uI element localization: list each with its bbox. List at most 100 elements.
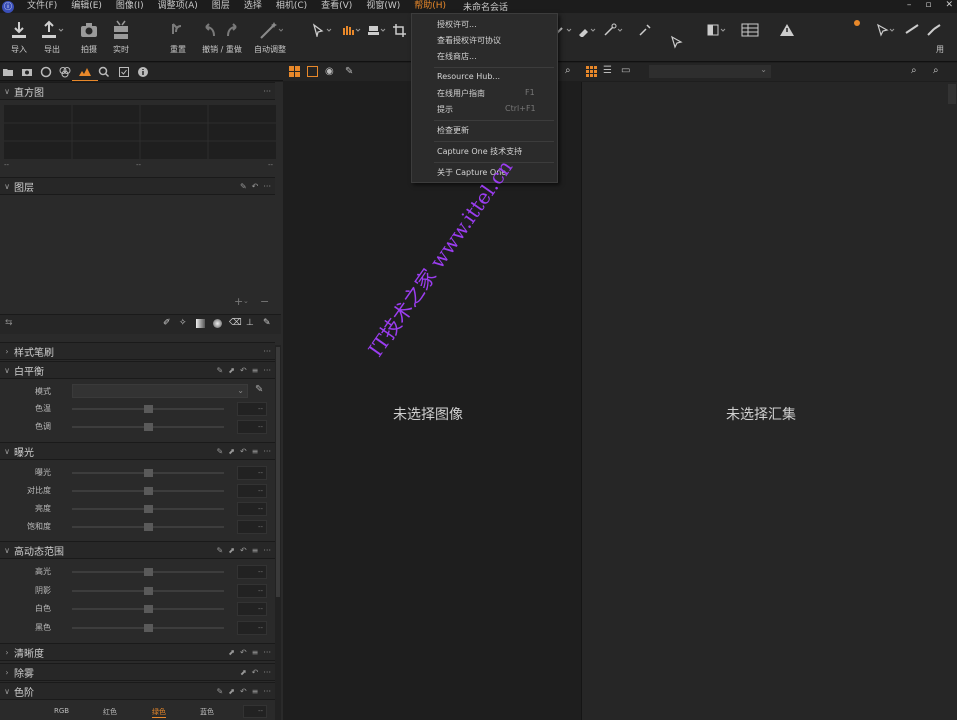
copy-icon[interactable]: ⬈ <box>228 366 235 375</box>
notification-icon[interactable] <box>848 19 868 33</box>
list-view-icon[interactable]: ☰ <box>603 65 612 76</box>
menu-icon[interactable]: ≡ <box>252 546 259 555</box>
more-icon[interactable]: ··· <box>263 447 271 456</box>
apply-icon[interactable] <box>926 23 946 37</box>
pipette-icon[interactable]: ✎ <box>217 687 224 696</box>
eraser-tool-icon[interactable] <box>577 23 597 38</box>
saturation-value[interactable]: -- <box>237 520 267 534</box>
picker-tool-icon[interactable] <box>638 23 658 37</box>
filmstrip-view-icon[interactable]: ▭ <box>621 65 630 76</box>
sort-select[interactable]: ⌄ <box>649 65 771 78</box>
undo-redo-button[interactable]: 撤销 / 重做 <box>200 19 244 55</box>
chevron-down-icon[interactable]: ∨ <box>2 687 12 696</box>
wb-tint-knob[interactable] <box>144 423 153 431</box>
highlights-knob[interactable] <box>144 568 153 576</box>
reset-button[interactable]: 重置 <box>169 19 187 55</box>
undo-icon[interactable]: ↶ <box>252 668 259 677</box>
stamp-icon[interactable]: ⊥ <box>246 318 254 328</box>
chevron-right-icon[interactable]: › <box>2 668 12 677</box>
chevron-down-icon[interactable]: ∨ <box>2 447 12 456</box>
chevron-right-icon[interactable]: › <box>2 648 12 657</box>
single-view-icon[interactable] <box>307 66 318 77</box>
grid-icon[interactable] <box>741 23 761 37</box>
cursor-tool-icon[interactable] <box>670 35 690 49</box>
undo-icon[interactable]: ↶ <box>252 182 259 191</box>
chevron-down-icon[interactable]: ⌄ <box>243 297 249 305</box>
copy-icon[interactable]: ⬈ <box>228 687 235 696</box>
picker-icon[interactable]: ✎ <box>345 66 353 77</box>
shadows-knob[interactable] <box>144 587 153 595</box>
dehaze-header[interactable]: › 除雾 ⬈ ↶ ··· <box>0 663 275 681</box>
menu-file[interactable]: 文件(F) <box>20 0 64 13</box>
menu-help[interactable]: 帮助(H) <box>407 0 453 13</box>
gradient-tool-icon[interactable] <box>603 23 623 37</box>
undo-icon[interactable]: ↶ <box>240 366 247 375</box>
color-tab-icon[interactable] <box>59 66 71 78</box>
tool-panel-scrollbar[interactable] <box>275 345 281 720</box>
brightness-knob[interactable] <box>144 505 153 513</box>
menu-layers[interactable]: 图层 <box>205 0 237 13</box>
pipette-icon[interactable]: ✎ <box>217 447 224 456</box>
radial-gradient-icon[interactable] <box>213 319 222 328</box>
magic-brush-icon[interactable]: ✧ <box>179 318 187 328</box>
search-icon[interactable]: ⌕ <box>933 65 939 76</box>
menu-view[interactable]: 查看(V) <box>314 0 359 13</box>
levels-tab-green[interactable]: 绿色 <box>152 707 166 718</box>
more-icon[interactable]: ··· <box>263 648 271 657</box>
menu-item-license[interactable]: 授权许可... <box>437 19 477 30</box>
copy-icon[interactable]: ⬈ <box>240 668 247 677</box>
chevron-down-icon[interactable]: ∨ <box>2 87 12 96</box>
levels-tab-blue[interactable]: 蓝色 <box>200 707 214 717</box>
chevron-down-icon[interactable]: ∨ <box>2 366 12 375</box>
browser[interactable]: 未选择汇集 <box>581 82 957 720</box>
menu-item-license-agreement[interactable]: 查看授权许可协议 <box>437 35 501 46</box>
menu-window[interactable]: 视窗(W) <box>359 0 407 13</box>
metadata-tab-icon[interactable] <box>137 66 149 78</box>
adjustments-tab-icon[interactable] <box>118 66 130 78</box>
compare-icon[interactable] <box>706 23 726 37</box>
menu-item-online-store[interactable]: 在线商店... <box>437 51 477 62</box>
pipette-icon[interactable]: ✎ <box>217 366 224 375</box>
auto-adjust-button[interactable]: 自动调整 <box>254 19 286 55</box>
exposure-header[interactable]: ∨ 曝光 ✎ ⬈ ↶ ≡ ··· <box>0 442 275 460</box>
select-tool-icon[interactable] <box>311 23 332 39</box>
wb-temp-knob[interactable] <box>144 405 153 413</box>
pointer-tool-icon[interactable] <box>876 23 896 37</box>
pipette-icon[interactable]: ✎ <box>240 182 247 191</box>
chevron-down-icon[interactable]: ∨ <box>2 182 12 191</box>
brush-icon[interactable]: ✐ <box>163 318 171 328</box>
levels-tab-red[interactable]: 红色 <box>103 707 117 717</box>
browser-scrollbar[interactable] <box>948 84 956 104</box>
menu-select[interactable]: 选择 <box>237 0 269 13</box>
clarity-header[interactable]: › 清晰度 ⬈ ↶ ≡ ··· <box>0 643 275 661</box>
menu-icon[interactable]: ≡ <box>252 648 259 657</box>
menu-edit[interactable]: 编辑(E) <box>64 0 109 13</box>
blacks-value[interactable]: -- <box>237 621 267 635</box>
wb-tint-value[interactable]: -- <box>237 420 267 434</box>
undo-icon[interactable]: ↶ <box>240 648 247 657</box>
wb-mode-select[interactable]: ⌄ <box>72 384 248 398</box>
import-button[interactable]: 导入 <box>10 19 28 55</box>
copy-icon[interactable]: ⬈ <box>228 648 235 657</box>
share-icon[interactable] <box>904 23 924 37</box>
library-tab-icon[interactable] <box>2 66 14 78</box>
filter-search-icon[interactable]: ⌕ <box>911 65 917 76</box>
maximize-icon[interactable]: ▫ <box>925 0 931 10</box>
exposure-warning-icon[interactable] <box>779 23 799 37</box>
shadows-value[interactable]: -- <box>237 584 267 598</box>
copy-icon[interactable]: ⬈ <box>228 546 235 555</box>
linear-gradient-icon[interactable] <box>196 319 205 328</box>
whites-knob[interactable] <box>144 605 153 613</box>
capture-tab-icon[interactable] <box>21 66 33 78</box>
menu-item-support[interactable]: Capture One 技术支持 <box>437 146 522 157</box>
capture-button[interactable]: 拍摄 <box>79 19 99 55</box>
menu-item-resource-hub[interactable]: Resource Hub... <box>437 72 500 81</box>
crop-tool-icon[interactable] <box>392 23 412 37</box>
more-icon[interactable]: ··· <box>263 347 271 356</box>
style-brush-header[interactable]: › 样式笔刷 ··· <box>0 342 275 360</box>
more-icon[interactable]: ··· <box>263 87 271 96</box>
blacks-knob[interactable] <box>144 624 153 632</box>
highlights-value[interactable]: -- <box>237 565 267 579</box>
hdr-header[interactable]: ∨ 高动态范围 ✎ ⬈ ↶ ≡ ··· <box>0 541 275 559</box>
pen-icon[interactable]: ✎ <box>263 318 271 328</box>
